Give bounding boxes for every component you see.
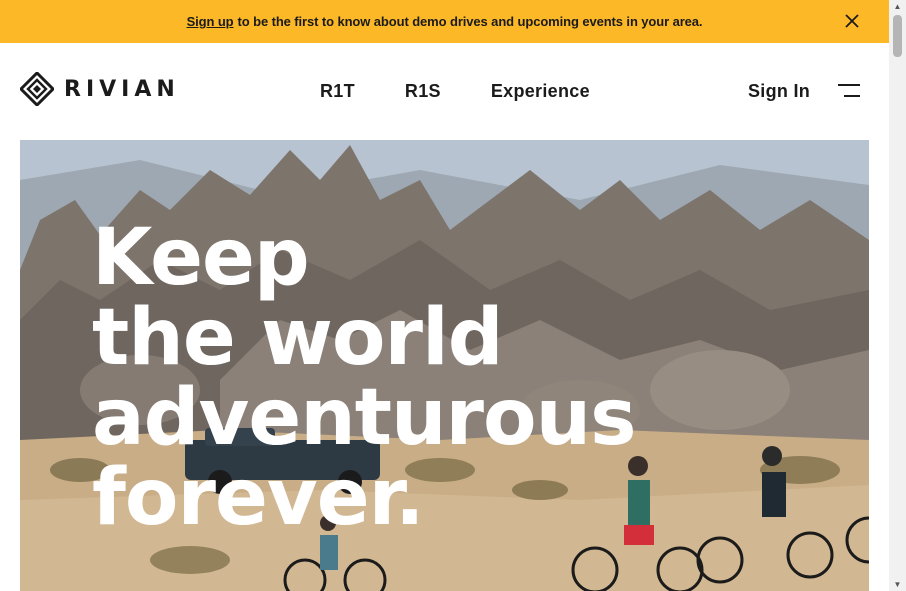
announcement-banner: Sign up to be the first to know about de… — [0, 0, 889, 43]
nav-item-r1s[interactable]: R1S — [405, 81, 441, 102]
signup-link[interactable]: Sign up — [187, 14, 234, 29]
hamburger-menu-icon[interactable] — [838, 83, 860, 99]
nav-item-experience[interactable]: Experience — [491, 81, 590, 102]
hero-headline: Keep the world adventurous forever. — [92, 213, 637, 543]
scroll-down-arrow-icon[interactable]: ▼ — [893, 580, 902, 589]
scroll-thumb[interactable] — [893, 15, 902, 57]
vertical-scrollbar[interactable]: ▲ ▼ — [889, 0, 906, 591]
rivian-logo[interactable]: RIVIAN — [20, 72, 180, 106]
headline-line-4: forever. — [92, 453, 425, 543]
scroll-up-arrow-icon[interactable]: ▲ — [893, 2, 902, 11]
site-header: RIVIAN R1T R1S Experience Sign In — [0, 43, 889, 140]
headline-line-2: the world — [92, 293, 504, 383]
sign-in-link[interactable]: Sign In — [748, 81, 810, 102]
hero-image: Keep the world adventurous forever. — [20, 140, 869, 591]
headline-line-1: Keep — [92, 213, 310, 303]
logo-wordmark: RIVIAN — [64, 76, 180, 102]
nav-item-r1t[interactable]: R1T — [320, 81, 355, 102]
page: Sign up to be the first to know about de… — [0, 0, 889, 591]
close-icon[interactable] — [843, 12, 861, 30]
main-nav: R1T R1S Experience — [320, 81, 590, 102]
rivian-compass-icon — [20, 72, 54, 106]
headline-line-3: adventurous — [92, 373, 637, 463]
banner-message: to be the first to know about demo drive… — [237, 14, 703, 29]
